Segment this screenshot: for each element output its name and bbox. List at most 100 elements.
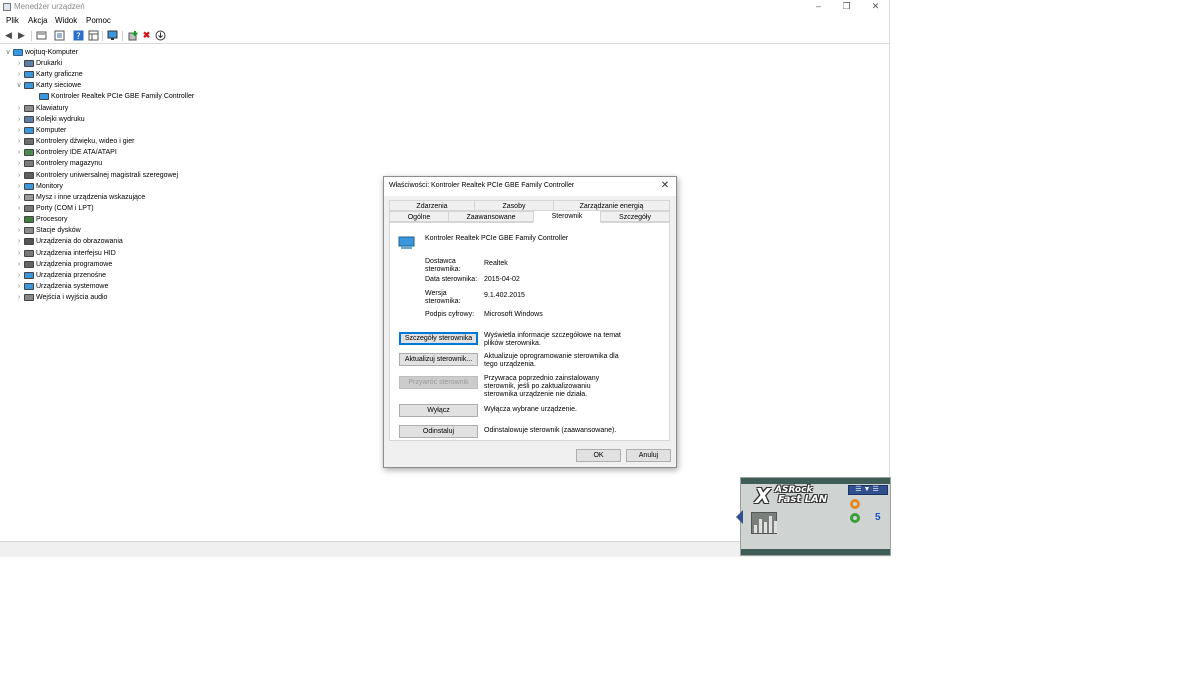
monitor-icon [24, 182, 34, 190]
expand-chevron-icon[interactable]: › [15, 192, 23, 203]
tree-item-label: Kontroler Realtek PCIe GBE Family Contro… [51, 93, 195, 101]
menu-plik[interactable]: Plik [6, 16, 19, 25]
rollback-driver-desc: Przywraca poprzednio zainstalowany stero… [484, 375, 600, 398]
mouse-icon [24, 193, 34, 201]
hid-icon [24, 249, 34, 257]
collapse-chevron-icon[interactable]: ∨ [15, 80, 23, 91]
field-label-podpis: Podpis cyfrowy: [425, 311, 475, 318]
expand-chevron-icon[interactable]: › [15, 136, 23, 147]
traffic-bar [764, 522, 767, 533]
tree-item-label: Wejścia i wyjścia audio [36, 294, 108, 302]
disable-device-button[interactable]: Wyłącz [399, 404, 478, 417]
toolbar-separator [102, 31, 103, 41]
tree-item-label: Urządzenia systemowe [36, 283, 109, 290]
dialog-close-button[interactable]: ✕ [658, 179, 672, 193]
update-icon[interactable] [155, 30, 166, 41]
display-adapter-icon [24, 71, 34, 79]
expand-chevron-icon[interactable]: › [15, 203, 23, 214]
expand-chevron-icon[interactable]: › [15, 248, 23, 259]
camera-icon [24, 238, 34, 246]
grid-view-icon[interactable] [88, 30, 99, 41]
close-button[interactable]: ✕ [861, 0, 890, 14]
tree-item-label: Urządzenia przenośne [36, 271, 107, 279]
portable-device-icon [24, 271, 34, 279]
traffic-bar [759, 519, 762, 533]
tab-zdarzenia[interactable]: Zdarzenia [389, 200, 475, 211]
expand-chevron-icon[interactable]: › [15, 225, 23, 236]
driver-details-desc: Wyświetla informacje szczegółowe na tema… [484, 332, 621, 347]
dialog-title: Właściwości: Kontroler Realtek PCIe GBE … [389, 182, 575, 189]
monitor-icon[interactable] [107, 30, 118, 41]
help-icon[interactable]: ? [73, 30, 84, 42]
minimize-button[interactable]: – [804, 0, 833, 14]
print-queue-icon [24, 115, 34, 123]
update-driver-desc: Aktualizuje oprogramowanie sterownika dl… [484, 353, 619, 368]
tree-item-label: Kolejki wydruku [36, 115, 85, 123]
traffic-bar [769, 516, 772, 533]
expand-chevron-icon[interactable]: › [15, 181, 23, 192]
tree-item-label: Monitory [36, 182, 63, 190]
tree-item-label: Drukarki [36, 60, 63, 67]
title-bar: Menedżer urządzeń – ❐ ✕ [0, 0, 890, 14]
tab-sterownik[interactable]: Sterownik [533, 210, 601, 223]
forward-icon[interactable]: ▶ [16, 30, 27, 41]
widget-frame-bottom [741, 549, 890, 555]
uninstall-icon[interactable]: ✖ [141, 30, 152, 41]
disk-icon [24, 227, 34, 235]
expand-chevron-icon[interactable]: › [15, 292, 23, 303]
xfast-logo-product: Fast LAN [778, 494, 828, 505]
uninstall-driver-button[interactable]: Odinstaluj [399, 425, 478, 438]
rollback-driver-button[interactable]: Przywróć sterownik [399, 376, 478, 389]
expand-chevron-icon[interactable]: › [15, 114, 23, 125]
tree-item-label: Urządzenia interfejsu HID [36, 249, 116, 257]
expand-chevron-icon[interactable]: › [15, 147, 23, 158]
widget-menu-button[interactable]: ☰▼☰ [848, 485, 888, 495]
toolbar-separator [122, 31, 123, 41]
computer-icon [24, 126, 34, 134]
asrock-xfast-lan-widget[interactable]: X ASRock Fast LAN ☰▼☰ 5 [736, 477, 891, 556]
driver-view-icon[interactable] [54, 30, 65, 41]
expand-chevron-icon[interactable]: › [15, 270, 23, 281]
uninstall-driver-desc: Odinstalowuje sterownik (zaawansowane). [484, 427, 617, 434]
ok-button[interactable]: OK [576, 449, 621, 462]
widget-collapse-arrow-icon[interactable] [736, 510, 743, 524]
expand-chevron-icon[interactable]: › [15, 281, 23, 292]
network-adapter-icon [398, 235, 416, 253]
tree-item-label: Stacje dysków [36, 227, 81, 235]
driver-tab-panel: Kontroler Realtek PCIe GBE Family Contro… [389, 222, 670, 441]
tree-root-label: wojtuq-Komputer [25, 49, 78, 56]
menu-widok[interactable]: Widok [55, 16, 77, 25]
tree-item-label: Klawiatury [36, 104, 69, 112]
expand-chevron-icon[interactable]: › [15, 103, 23, 114]
driver-details-button[interactable]: Szczegóły sterownika [399, 332, 478, 345]
tab-zaawansowane[interactable]: Zaawansowane [448, 211, 534, 222]
expand-chevron-icon[interactable]: › [15, 69, 23, 80]
network-adapter-icon [39, 93, 49, 101]
maximize-button[interactable]: ❐ [832, 0, 861, 14]
tree-item-label: Kontrolery dźwięku, wideo i gier [36, 138, 135, 146]
keyboard-icon [24, 104, 34, 112]
back-icon[interactable]: ◀ [3, 30, 14, 41]
network-adapter-icon [24, 82, 34, 90]
expand-chevron-icon[interactable]: › [15, 170, 23, 181]
collapse-chevron-icon[interactable]: ∨ [4, 47, 12, 58]
properties-view-icon[interactable] [36, 30, 47, 41]
printer-icon [24, 60, 34, 67]
field-label-dostawca: Dostawca sterownika: [425, 258, 461, 273]
menu-pomoc[interactable]: Pomoc [86, 16, 111, 25]
tree-item-label: Kontrolery magazynu [36, 160, 103, 168]
expand-chevron-icon[interactable]: › [15, 236, 23, 247]
expand-chevron-icon[interactable]: › [15, 214, 23, 225]
cancel-button[interactable]: Anuluj [626, 449, 671, 462]
ide-icon [24, 149, 34, 157]
add-driver-icon[interactable] [128, 30, 139, 41]
expand-chevron-icon[interactable]: › [15, 58, 23, 69]
update-driver-button[interactable]: Aktualizuj sterownik... [399, 353, 478, 366]
tree-item-label: Kontrolery IDE ATA/ATAPI [36, 149, 117, 157]
tab-szczegoly[interactable]: Szczegóły [600, 211, 670, 222]
menu-akcja[interactable]: Akcja [28, 16, 48, 25]
expand-chevron-icon[interactable]: › [15, 259, 23, 270]
expand-chevron-icon[interactable]: › [15, 125, 23, 136]
tab-ogolne[interactable]: Ogólne [389, 211, 449, 222]
expand-chevron-icon[interactable]: › [15, 158, 23, 169]
